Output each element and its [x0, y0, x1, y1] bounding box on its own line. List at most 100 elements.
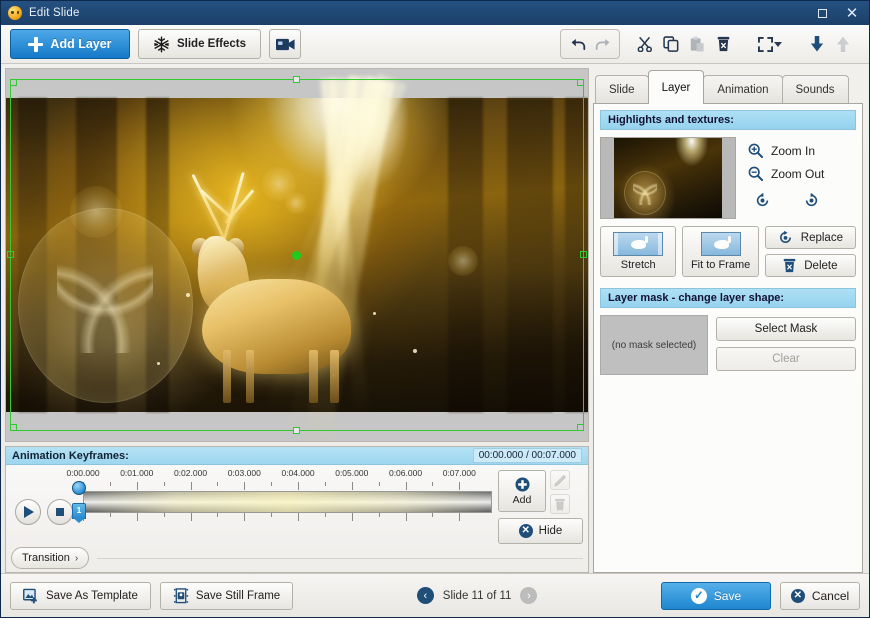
maximize-button[interactable] — [807, 2, 837, 24]
delete-layer-button[interactable]: Delete — [764, 254, 856, 277]
layer-center-handle[interactable] — [292, 251, 301, 260]
timeline-tick — [459, 513, 461, 521]
timeline-tick — [136, 513, 138, 521]
timeline-tick-label: 0:05.000 — [335, 468, 369, 478]
add-keyframe-button[interactable]: Add — [498, 470, 546, 512]
transition-track-line — [97, 557, 583, 559]
playhead-knob[interactable] — [72, 481, 86, 495]
resize-handle-top-right[interactable] — [577, 79, 584, 86]
pencil-icon — [553, 474, 566, 487]
view-tools-group — [748, 29, 792, 59]
cancel-button[interactable]: ✕ Cancel — [779, 581, 860, 610]
edit-keyframe-button[interactable] — [550, 470, 570, 490]
undo-icon — [571, 38, 585, 50]
cut-button[interactable] — [632, 31, 658, 57]
resize-handle-top-center[interactable] — [293, 76, 300, 83]
fit-screen-button[interactable] — [752, 31, 788, 57]
move-down-button[interactable] — [804, 31, 830, 57]
timeline-tick — [244, 482, 246, 490]
close-button[interactable]: ✕ — [837, 2, 867, 24]
copy-icon — [663, 36, 679, 52]
fit-to-frame-button[interactable]: Fit to Frame — [682, 226, 759, 277]
stretch-button[interactable]: Stretch — [600, 226, 677, 277]
save-as-template-label: Save As Template — [46, 589, 138, 602]
transition-button[interactable]: Transition › — [11, 547, 90, 569]
timeline-tick-minor — [432, 513, 434, 517]
redo-icon — [595, 38, 609, 50]
timeline-tick — [136, 482, 138, 490]
save-still-frame-label: Save Still Frame — [195, 589, 281, 602]
layer-thumbnail-image — [614, 138, 722, 218]
copy-button[interactable] — [658, 31, 684, 57]
zoom-out-label: Zoom Out — [771, 166, 825, 181]
save-button[interactable]: ✓ Save — [660, 581, 771, 610]
mask-preview[interactable]: (no mask selected) — [600, 315, 708, 375]
resize-handle-bottom-right[interactable] — [577, 424, 584, 431]
tab-animation[interactable]: Animation — [703, 75, 783, 104]
undo-button[interactable] — [564, 31, 590, 57]
rotate-controls — [746, 186, 856, 211]
hide-icon: ✕ — [518, 524, 533, 538]
maximize-icon — [817, 8, 827, 18]
replace-icon — [779, 230, 791, 243]
chevron-right-icon: › — [74, 552, 79, 564]
app-icon — [8, 6, 22, 20]
timeline-track-area[interactable]: 0:00.000 0:01.000 0:02.000 0:03.000 0:04.000… — [66, 468, 492, 544]
previous-slide-button[interactable]: ‹ — [416, 587, 434, 604]
timeline-tick — [298, 513, 300, 521]
timeline-filmstrip[interactable] — [83, 491, 492, 513]
select-mask-button[interactable]: Select Mask — [716, 317, 856, 341]
tab-sounds[interactable]: Sounds — [781, 75, 849, 104]
slide-canvas[interactable] — [5, 68, 589, 442]
stop-button[interactable] — [47, 499, 73, 525]
timeline-tick-label: 0:03.000 — [227, 468, 261, 478]
paste-button[interactable] — [684, 31, 710, 57]
move-up-button[interactable] — [830, 31, 856, 57]
next-slide-button[interactable]: › — [520, 587, 538, 604]
slide-effects-button[interactable]: Slide Effects — [138, 29, 261, 59]
timeline-tick — [459, 482, 461, 490]
title-bar: Edit Slide ✕ — [1, 1, 869, 25]
save-template-icon — [23, 588, 37, 603]
save-still-frame-button[interactable]: Save Still Frame — [159, 581, 294, 610]
layer-thumbnail[interactable] — [600, 137, 736, 219]
stretch-preview-icon — [613, 232, 664, 256]
checkmark-icon: ✓ — [690, 587, 707, 604]
resize-handle-top-left[interactable] — [10, 79, 17, 86]
zoom-out-button[interactable]: Zoom Out — [746, 163, 856, 184]
add-layer-button[interactable]: Add Layer — [10, 29, 130, 59]
tab-layer[interactable]: Layer — [647, 70, 705, 104]
keyframes-footer: Transition › — [6, 544, 588, 572]
save-as-template-button[interactable]: Save As Template — [10, 581, 151, 610]
hide-layer-button[interactable]: ✕ Hide — [498, 518, 583, 544]
fit-to-frame-label: Fit to Frame — [690, 259, 751, 271]
video-button[interactable] — [269, 29, 301, 59]
layer-file-actions: Replace Delete — [764, 226, 856, 277]
keyframe-marker[interactable]: 1 — [72, 503, 86, 523]
timeline-ruler: 0:00.000 0:01.000 0:02.000 0:03.000 0:04.000… — [66, 468, 492, 482]
timeline-tick-minor — [324, 482, 326, 486]
clear-mask-button[interactable]: Clear — [716, 347, 856, 371]
resize-handle-bottom-left[interactable] — [10, 424, 17, 431]
trash-icon — [717, 36, 729, 52]
timeline-tick-label: 0:01.000 — [120, 468, 154, 478]
rotate-right-button[interactable] — [804, 193, 819, 211]
delete-keyframe-button[interactable] — [550, 494, 570, 514]
timeline-tick-minor — [163, 482, 165, 486]
still-frame-icon — [173, 587, 188, 603]
snowflake-icon — [154, 36, 169, 52]
rotate-left-icon — [756, 193, 769, 207]
delete-button[interactable] — [710, 31, 736, 57]
transition-label: Transition — [22, 552, 70, 564]
zoom-in-button[interactable]: Zoom In — [746, 140, 856, 161]
timeline-tick-minor — [271, 482, 273, 486]
arrow-up-icon — [836, 36, 850, 52]
highlights-section-header: Highlights and textures: — [600, 110, 856, 130]
rotate-left-button[interactable] — [755, 193, 770, 211]
play-button[interactable] — [15, 499, 41, 525]
hide-label: Hide — [538, 525, 563, 537]
replace-button[interactable]: Replace — [764, 226, 856, 249]
tab-slide[interactable]: Slide — [595, 75, 649, 104]
save-label: Save — [713, 588, 742, 603]
redo-button[interactable] — [590, 31, 616, 57]
